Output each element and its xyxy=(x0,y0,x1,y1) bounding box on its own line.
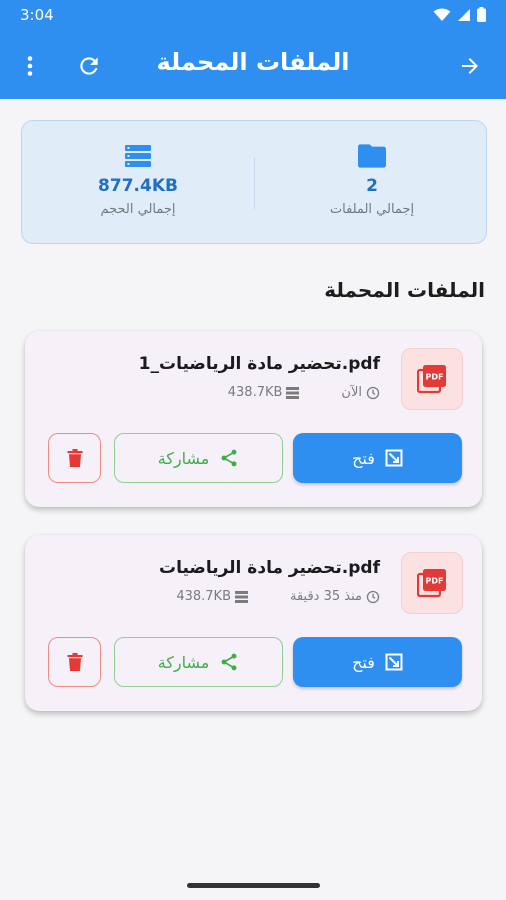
total-files-label: إجمالي الملفات xyxy=(329,202,415,217)
share-label: مشاركة xyxy=(157,448,210,468)
file-name: تحضير مادة الرياضيات.pdf xyxy=(159,558,380,578)
open-button[interactable]: فتح xyxy=(293,433,462,483)
open-button[interactable]: فتح xyxy=(293,637,462,687)
trash-icon xyxy=(67,653,82,671)
pdf-badge: PDF xyxy=(401,552,463,614)
pdf-file-icon: PDF xyxy=(417,365,446,394)
share-icon xyxy=(221,653,237,671)
gesture-bar[interactable] xyxy=(187,883,320,888)
summary-card: 877.4KB إجمالي الحجم 2 إجمالي الملفات xyxy=(21,120,487,244)
open-file-icon xyxy=(385,653,403,671)
signal-icon xyxy=(458,8,470,21)
total-files-value: 2 xyxy=(366,176,378,196)
share-button[interactable]: مشاركة xyxy=(114,637,283,687)
total-size-stat: 877.4KB إجمالي الحجم xyxy=(22,121,254,245)
section-title: الملفات المحملة xyxy=(324,278,485,302)
file-time: منذ 35 دقيقة xyxy=(290,589,362,604)
open-label: فتح xyxy=(352,448,375,468)
app-bar: 3:04 الملفات المحملة xyxy=(0,0,506,99)
svg-text:PDF: PDF xyxy=(426,577,444,586)
share-button[interactable]: مشاركة xyxy=(114,433,283,483)
clock-icon xyxy=(366,590,380,603)
total-size-label: إجمالي الحجم xyxy=(100,202,176,217)
wifi-icon xyxy=(433,8,451,21)
battery-icon xyxy=(477,7,486,22)
arrow-forward-icon xyxy=(462,58,478,74)
status-icons xyxy=(433,7,486,22)
svg-text:PDF: PDF xyxy=(426,373,444,382)
file-size: 438.7KB xyxy=(176,589,231,604)
storage-icon xyxy=(125,145,151,167)
open-file-icon xyxy=(385,449,403,467)
status-time: 3:04 xyxy=(20,6,54,24)
total-files-stat: 2 إجمالي الملفات xyxy=(256,121,488,245)
share-icon xyxy=(221,449,237,467)
storage-icon xyxy=(286,386,300,399)
file-card[interactable]: PDF تحضير مادة الرياضيات_1.pdf الآن 438.… xyxy=(25,331,482,507)
file-size: 438.7KB xyxy=(227,385,283,400)
total-size-value: 877.4KB xyxy=(98,176,178,196)
delete-button[interactable] xyxy=(48,433,101,483)
status-bar: 3:04 xyxy=(0,0,506,32)
folder-icon xyxy=(358,144,386,168)
pdf-file-icon: PDF xyxy=(417,569,446,598)
summary-divider xyxy=(254,157,255,209)
back-button[interactable] xyxy=(454,50,486,82)
page-title: الملفات المحملة xyxy=(156,48,350,76)
clock-icon xyxy=(366,386,380,399)
file-name: تحضير مادة الرياضيات_1.pdf xyxy=(138,354,380,374)
open-label: فتح xyxy=(352,652,375,672)
pdf-badge: PDF xyxy=(401,348,463,410)
share-label: مشاركة xyxy=(157,652,210,672)
storage-icon xyxy=(235,590,248,603)
file-meta: الآن 438.7KB xyxy=(228,385,380,400)
file-time: الآن xyxy=(341,385,362,400)
trash-icon xyxy=(67,449,82,467)
file-card[interactable]: PDF تحضير مادة الرياضيات.pdf منذ 35 دقيق… xyxy=(25,535,482,711)
delete-button[interactable] xyxy=(48,637,101,687)
file-meta: منذ 35 دقيقة 438.7KB xyxy=(176,589,380,604)
